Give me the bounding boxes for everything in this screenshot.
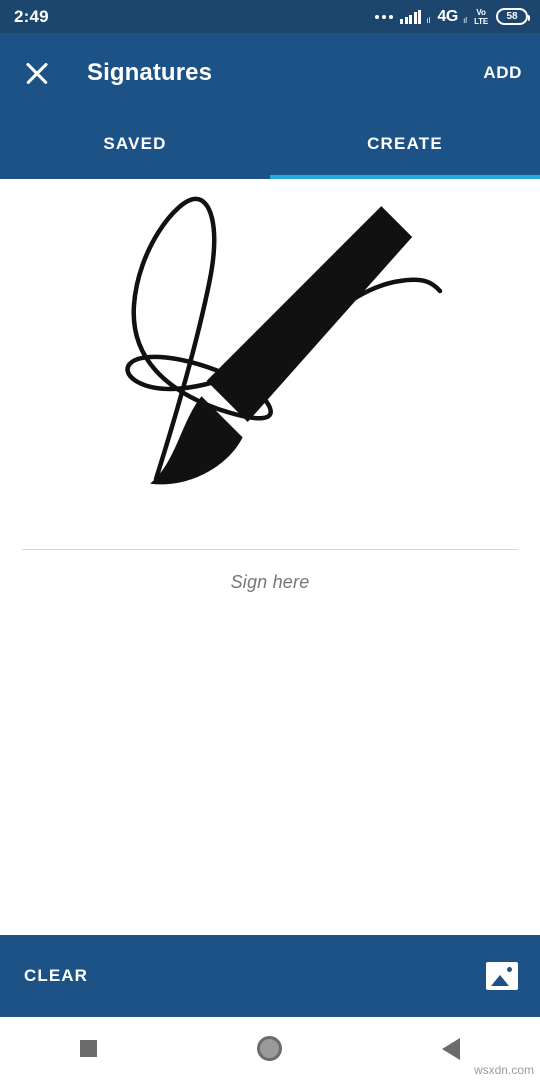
signal-bars-icon <box>400 9 422 24</box>
more-dots-icon <box>375 14 394 19</box>
close-icon[interactable] <box>20 56 54 90</box>
add-button[interactable]: ADD <box>483 63 522 83</box>
phone-screen: 2:49 ıl 4G ıl Vo LTE 58 Signatures ADD S… <box>0 0 540 1080</box>
brush-icon[interactable] <box>6 165 510 535</box>
bottom-action-bar: CLEAR <box>0 935 540 1017</box>
image-icon[interactable] <box>486 962 518 990</box>
circle-home-icon[interactable] <box>257 1036 282 1061</box>
signal-sub-icon: ıl <box>426 15 431 25</box>
volte-line2: LTE <box>474 16 488 26</box>
clear-button[interactable]: CLEAR <box>24 966 88 986</box>
status-time: 2:49 <box>14 6 49 26</box>
square-recents-icon[interactable] <box>80 1040 97 1057</box>
status-indicators: ıl 4G ıl Vo LTE 58 <box>375 7 530 26</box>
battery-icon: 58 <box>496 8 530 25</box>
page-title: Signatures <box>87 59 213 86</box>
signature-baseline <box>22 549 518 550</box>
triangle-back-icon[interactable] <box>442 1037 460 1060</box>
watermark-label: wsxdn.com <box>473 1063 534 1077</box>
app-bar: Signatures ADD SAVED CREATE <box>0 33 540 179</box>
signature-pad[interactable] <box>18 179 522 549</box>
signature-canvas-area: Sign here <box>0 179 540 935</box>
status-bar: 2:49 ıl 4G ıl Vo LTE 58 <box>0 0 540 33</box>
battery-percent: 58 <box>506 11 518 22</box>
volte-line1: Vo <box>476 7 486 17</box>
network-type-label: 4G <box>437 7 459 25</box>
android-nav-bar: wsxdn.com <box>0 1017 540 1080</box>
volte-icon: Vo LTE <box>474 8 488 26</box>
sign-here-hint: Sign here <box>230 572 310 592</box>
signal-bars-secondary-icon: ıl <box>463 15 468 25</box>
app-bar-top: Signatures ADD <box>0 33 540 113</box>
